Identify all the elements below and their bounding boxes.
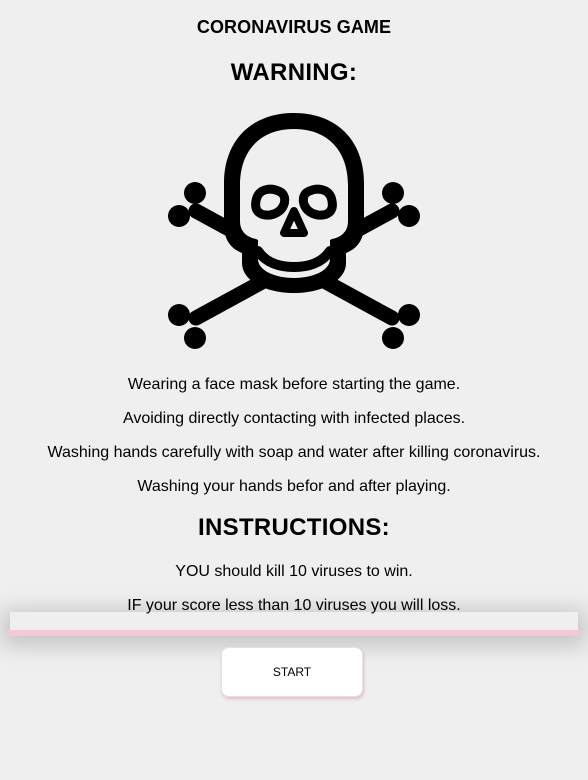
warning-line-2: Avoiding directly contacting with infect…	[122, 410, 466, 427]
start-button[interactable]: START	[221, 647, 363, 697]
warning-heading: WARNING:	[230, 59, 358, 86]
warning-line-4: Washing your hands befor and after playi…	[137, 478, 451, 495]
divider-shadow	[10, 612, 578, 632]
game-title: CORONAVIRUS GAME	[196, 17, 392, 37]
divider	[8, 630, 580, 636]
skull-crossbones-icon	[168, 113, 420, 349]
instruction-line-1: YOU should kill 10 viruses to win.	[175, 563, 413, 580]
warning-line-3: Washing hands carefully with soap and wa…	[47, 444, 541, 461]
warning-line-1: Wearing a face mask before starting the …	[127, 376, 461, 393]
instructions-heading: INSTRUCTIONS:	[198, 514, 390, 541]
